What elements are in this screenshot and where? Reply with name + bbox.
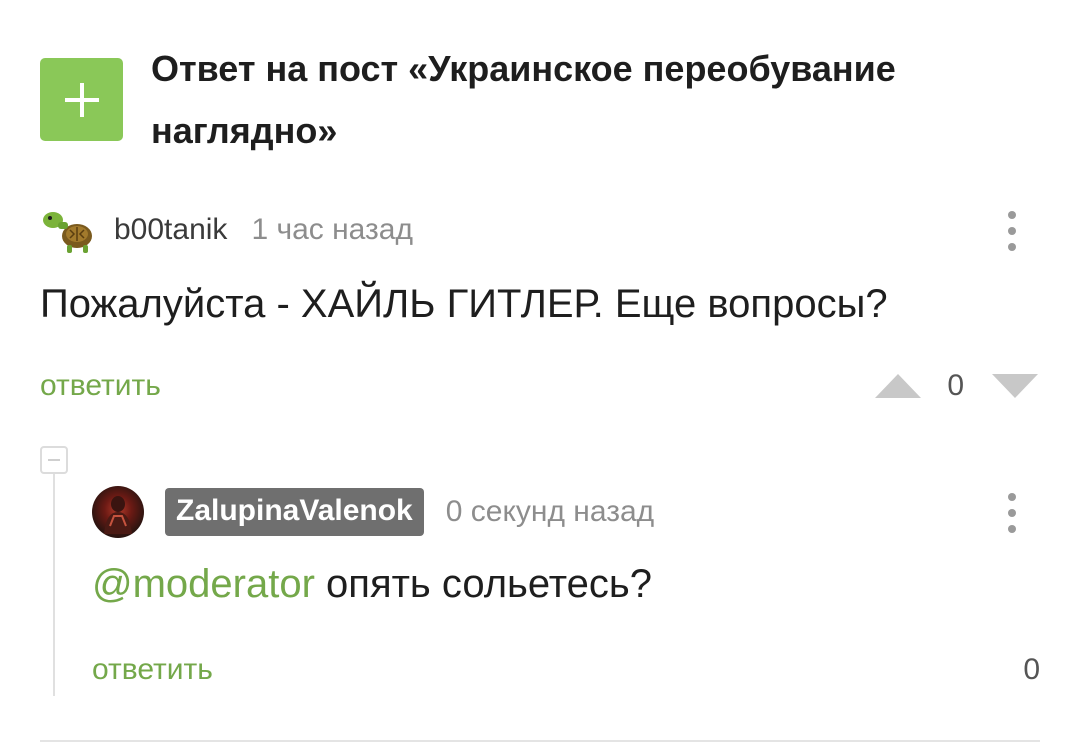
thread-line[interactable] [53,474,55,696]
comment: ZalupinaValenok 0 секунд назад @moderato… [92,482,1040,695]
turtle-avatar[interactable] [40,206,96,254]
comment-score: 0 [1023,653,1040,686]
comment-meta: b00tanik 1 час назад [40,200,1040,260]
more-vertical-icon[interactable] [1002,208,1022,254]
comment-author-badge[interactable]: ZalupinaValenok [165,488,424,536]
user-avatar[interactable] [92,486,144,538]
comment-score: 0 [947,369,964,402]
comment-actions: ответить 0 [92,645,1040,695]
vote-controls: 0 [873,361,1040,411]
comment: b00tanik 1 час назад Пожалуйста - ХАЙЛЬ … [40,200,1040,411]
upvote-icon[interactable] [873,372,923,400]
avatar-figure-icon [104,496,132,534]
divider [40,740,1040,742]
vote-controls: 0 [1023,645,1040,695]
downvote-icon[interactable] [990,372,1040,400]
mention-link[interactable]: @moderator [92,562,315,606]
post-title[interactable]: Ответ на пост «Украинское переобувание н… [151,38,1011,162]
comment-text-body: опять сольетесь? [314,562,652,606]
comment-author[interactable]: b00tanik [114,213,227,247]
minus-icon [48,459,60,461]
comment-text: Пожалуйста - ХАЙЛЬ ГИТЛЕР. Еще вопросы? [40,282,888,326]
comment-actions: ответить 0 [40,361,1040,411]
collapse-thread-button[interactable] [40,446,68,474]
add-post-button[interactable] [40,58,123,141]
comment-time: 0 секунд назад [445,495,655,528]
more-vertical-icon[interactable] [1002,490,1022,536]
reply-link[interactable]: ответить [40,369,161,403]
plus-icon [64,82,99,117]
comment-meta: ZalupinaValenok 0 секунд назад [92,482,1040,542]
comment-time: 1 час назад [251,213,413,246]
comment-text: @moderator опять сольетесь? [92,562,1040,607]
reply-link[interactable]: ответить [92,653,213,687]
